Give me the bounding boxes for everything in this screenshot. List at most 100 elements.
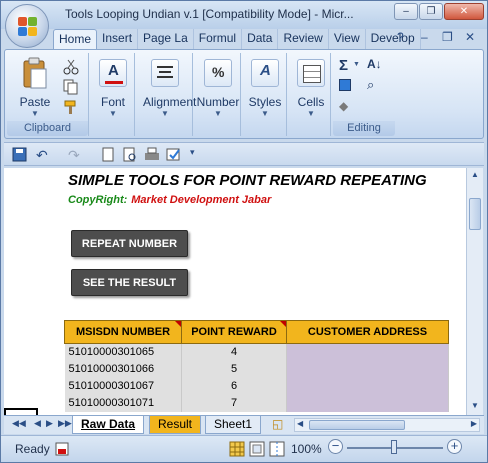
horizontal-scrollbar[interactable]: ◀ ▶ <box>294 418 480 432</box>
zoom-slider-thumb[interactable] <box>391 440 397 454</box>
paste-button[interactable]: Paste ▼ <box>13 55 57 118</box>
tab-review[interactable]: Review <box>278 29 329 49</box>
format-painter-icon[interactable] <box>63 99 79 115</box>
scroll-down-icon[interactable]: ▼ <box>471 401 479 410</box>
styles-button[interactable]: A Styles ▼ <box>243 55 287 118</box>
close-button[interactable]: ✕ <box>444 3 484 20</box>
alignment-button[interactable]: Alignment ▼ <box>143 55 196 118</box>
tab-home[interactable]: Home <box>53 29 98 49</box>
number-button[interactable]: % Number ▼ <box>196 55 240 118</box>
address-cell[interactable] <box>286 360 449 378</box>
copy-icon[interactable] <box>63 79 79 95</box>
page-break-view-icon[interactable] <box>269 441 285 457</box>
cells-button[interactable]: Cells ▼ <box>289 55 333 118</box>
tab-page-layout[interactable]: Page La <box>138 29 194 49</box>
new-document-icon[interactable] <box>100 147 116 163</box>
window-title: Tools Looping Undian v.1 [Compatibility … <box>65 7 354 21</box>
table-row: 51010000301067 6 <box>64 377 449 395</box>
editing-label: Editing <box>333 121 395 136</box>
font-button[interactable]: A Font ▼ <box>91 55 135 118</box>
customize-toolbar-icon[interactable]: ▾ <box>190 147 206 163</box>
clipboard-label: Clipboard <box>7 121 88 136</box>
sort-filter-icon[interactable]: A↓ <box>367 57 382 71</box>
header-point-reward[interactable]: POINT REWARD <box>181 320 287 344</box>
chevron-down-icon: ▼ <box>109 109 117 118</box>
msisdn-cell[interactable]: 51010000301065 <box>64 343 182 361</box>
tab-insert[interactable]: Insert <box>97 29 139 49</box>
save-icon[interactable] <box>12 147 28 163</box>
tab-developer[interactable]: Develop <box>366 29 421 49</box>
header-msisdn[interactable]: MSISDN NUMBER <box>64 320 182 344</box>
ribbon-minimize-icon[interactable]: – <box>421 30 428 44</box>
scroll-thumb[interactable] <box>469 198 481 230</box>
restore-button[interactable]: ❐ <box>419 3 443 20</box>
spelling-icon[interactable] <box>166 147 182 163</box>
point-cell[interactable]: 4 <box>181 343 287 361</box>
cells-group: Cells ▼ <box>289 53 331 136</box>
address-cell[interactable] <box>286 377 449 395</box>
status-bar: Ready 100% − + <box>1 435 487 462</box>
styles-group: A Styles ▼ <box>243 53 287 136</box>
ribbon-restore-icon[interactable]: ❐ <box>442 30 453 44</box>
status-text: Ready <box>15 442 50 456</box>
minimize-button[interactable]: – <box>394 3 418 20</box>
vertical-scrollbar[interactable]: ▲ ▼ <box>466 168 483 415</box>
horizontal-scroll-thumb[interactable] <box>309 420 405 430</box>
header-customer-address[interactable]: CUSTOMER ADDRESS <box>286 320 449 344</box>
print-preview-icon[interactable] <box>122 147 138 163</box>
insert-sheet-icon[interactable]: ◱ <box>272 417 283 431</box>
sheet-tab-sheet1[interactable]: Sheet1 <box>205 416 262 434</box>
repeat-number-button[interactable]: REPEAT NUMBER <box>71 230 188 257</box>
font-group: A Font ▼ <box>91 53 135 136</box>
msisdn-cell[interactable]: 51010000301067 <box>64 377 182 395</box>
worksheet[interactable]: SIMPLE TOOLS FOR POINT REWARD REPEATING … <box>4 168 466 415</box>
point-cell[interactable]: 5 <box>181 360 287 378</box>
undo-icon[interactable]: ↶ <box>36 147 52 163</box>
next-sheet-icon[interactable]: ▶ <box>46 418 53 429</box>
fill-icon[interactable] <box>339 79 351 91</box>
tab-data[interactable]: Data <box>242 29 279 49</box>
normal-view-icon[interactable] <box>229 441 245 457</box>
table-row: 51010000301071 7 <box>64 394 449 412</box>
scroll-right-icon[interactable]: ▶ <box>471 419 477 428</box>
clipboard-group: Paste ▼ Clipboard <box>7 53 89 136</box>
print-icon[interactable] <box>144 147 160 163</box>
zoom-out-icon[interactable]: − <box>328 439 343 454</box>
chevron-down-icon: ▼ <box>161 109 169 118</box>
autosum-icon[interactable]: Σ <box>339 57 348 74</box>
see-result-button[interactable]: SEE THE RESULT <box>71 269 188 296</box>
tab-view[interactable]: View <box>329 29 366 49</box>
paste-icon <box>23 57 47 89</box>
zoom-level[interactable]: 100% <box>291 442 322 456</box>
number-group: % Number ▼ <box>195 53 241 136</box>
ribbon-tabs: Home Insert Page La Formul Data Review V… <box>53 29 421 49</box>
last-sheet-icon[interactable]: ▶▶ <box>58 418 72 429</box>
chevron-down-icon: ▼ <box>31 109 39 118</box>
tab-formulas[interactable]: Formul <box>194 29 243 49</box>
zoom-in-icon[interactable]: + <box>447 439 462 454</box>
scroll-left-icon[interactable]: ◀ <box>297 419 303 428</box>
scroll-up-icon[interactable]: ▲ <box>471 170 479 179</box>
sheet-tab-result[interactable]: Result <box>149 416 202 434</box>
page-layout-view-icon[interactable] <box>249 441 265 457</box>
msisdn-cell[interactable]: 51010000301071 <box>64 394 182 412</box>
clear-icon[interactable]: ◆ <box>339 99 348 113</box>
redo-icon[interactable]: ↷ <box>68 147 84 163</box>
office-button[interactable] <box>5 4 49 48</box>
active-cell-indicator <box>4 408 38 415</box>
point-cell[interactable]: 6 <box>181 377 287 395</box>
sheet-tab-raw-data[interactable]: Raw Data <box>72 416 145 434</box>
prev-sheet-icon[interactable]: ◀ <box>34 418 41 429</box>
address-cell[interactable] <box>286 343 449 361</box>
ribbon-close-icon[interactable]: ✕ <box>465 30 475 44</box>
macro-recording-icon[interactable] <box>55 442 69 456</box>
title-bar: Tools Looping Undian v.1 [Compatibility … <box>1 1 487 29</box>
msisdn-cell[interactable]: 51010000301066 <box>64 360 182 378</box>
align-icon <box>151 59 179 87</box>
cut-icon[interactable] <box>63 59 79 75</box>
find-select-icon[interactable]: ⌕ <box>367 77 374 93</box>
address-cell[interactable] <box>286 394 449 412</box>
first-sheet-icon[interactable]: ◀◀ <box>12 418 26 429</box>
help-icon[interactable]: ? <box>397 30 404 44</box>
point-cell[interactable]: 7 <box>181 394 287 412</box>
